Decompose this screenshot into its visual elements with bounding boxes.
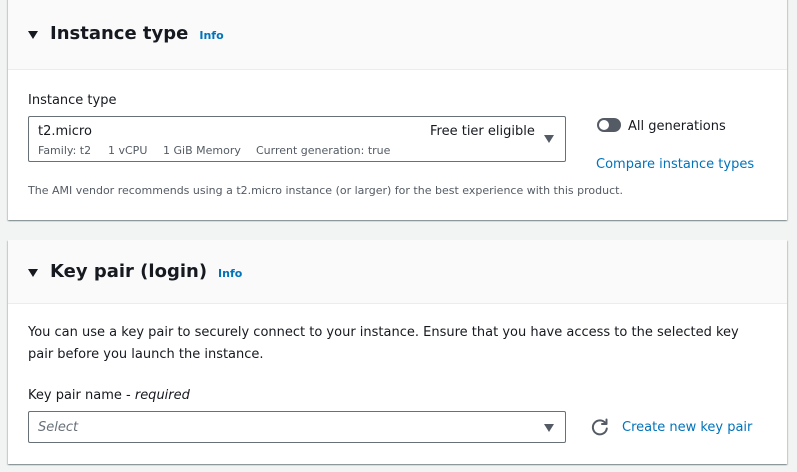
required-marker: required bbox=[134, 388, 190, 403]
key-pair-panel: Key pair (login) Info You can use a key … bbox=[8, 240, 787, 464]
key-pair-description: You can use a key pair to securely conne… bbox=[28, 325, 739, 362]
compare-instance-types-link[interactable]: Compare instance types bbox=[596, 157, 754, 172]
refresh-icon[interactable] bbox=[590, 417, 610, 437]
key-pair-info-link[interactable]: Info bbox=[218, 267, 242, 280]
dropdown-triangle-icon bbox=[544, 135, 554, 143]
all-generations-label: All generations bbox=[628, 119, 726, 134]
key-pair-title: Key pair (login) bbox=[50, 261, 208, 282]
instance-type-header[interactable]: Instance type Info bbox=[8, 0, 787, 70]
ami-vendor-note: The AMI vendor recommends using a t2.mic… bbox=[28, 184, 623, 197]
instance-type-title: Instance type bbox=[50, 23, 189, 44]
instance-type-value: t2.micro bbox=[38, 124, 92, 139]
caret-down-icon[interactable] bbox=[28, 268, 38, 277]
all-generations-toggle[interactable] bbox=[597, 118, 621, 132]
instance-generation: Current generation: true bbox=[256, 144, 391, 157]
key-pair-header[interactable]: Key pair (login) Info bbox=[8, 240, 787, 304]
key-pair-name-label-text: Key pair name - bbox=[28, 388, 135, 403]
instance-family: Family: t2 bbox=[38, 144, 92, 157]
instance-memory: 1 GiB Memory bbox=[163, 144, 241, 157]
instance-vcpu: 1 vCPU bbox=[108, 144, 148, 157]
key-pair-name-label: Key pair name - required bbox=[28, 388, 190, 403]
caret-down-icon[interactable] bbox=[28, 30, 38, 39]
instance-type-select[interactable]: t2.micro Free tier eligible Family: t2 1… bbox=[28, 116, 566, 162]
instance-type-info-link[interactable]: Info bbox=[199, 29, 223, 42]
key-pair-select[interactable]: Select bbox=[28, 411, 566, 443]
instance-type-panel: Instance type Info Instance type t2.micr… bbox=[8, 0, 787, 220]
create-new-key-pair-link[interactable]: Create new key pair bbox=[622, 420, 752, 435]
instance-type-field-label: Instance type bbox=[28, 93, 117, 108]
dropdown-triangle-icon bbox=[544, 424, 554, 432]
toggle-knob bbox=[599, 120, 609, 130]
free-tier-badge: Free tier eligible bbox=[430, 124, 535, 139]
key-pair-select-placeholder: Select bbox=[38, 420, 79, 435]
